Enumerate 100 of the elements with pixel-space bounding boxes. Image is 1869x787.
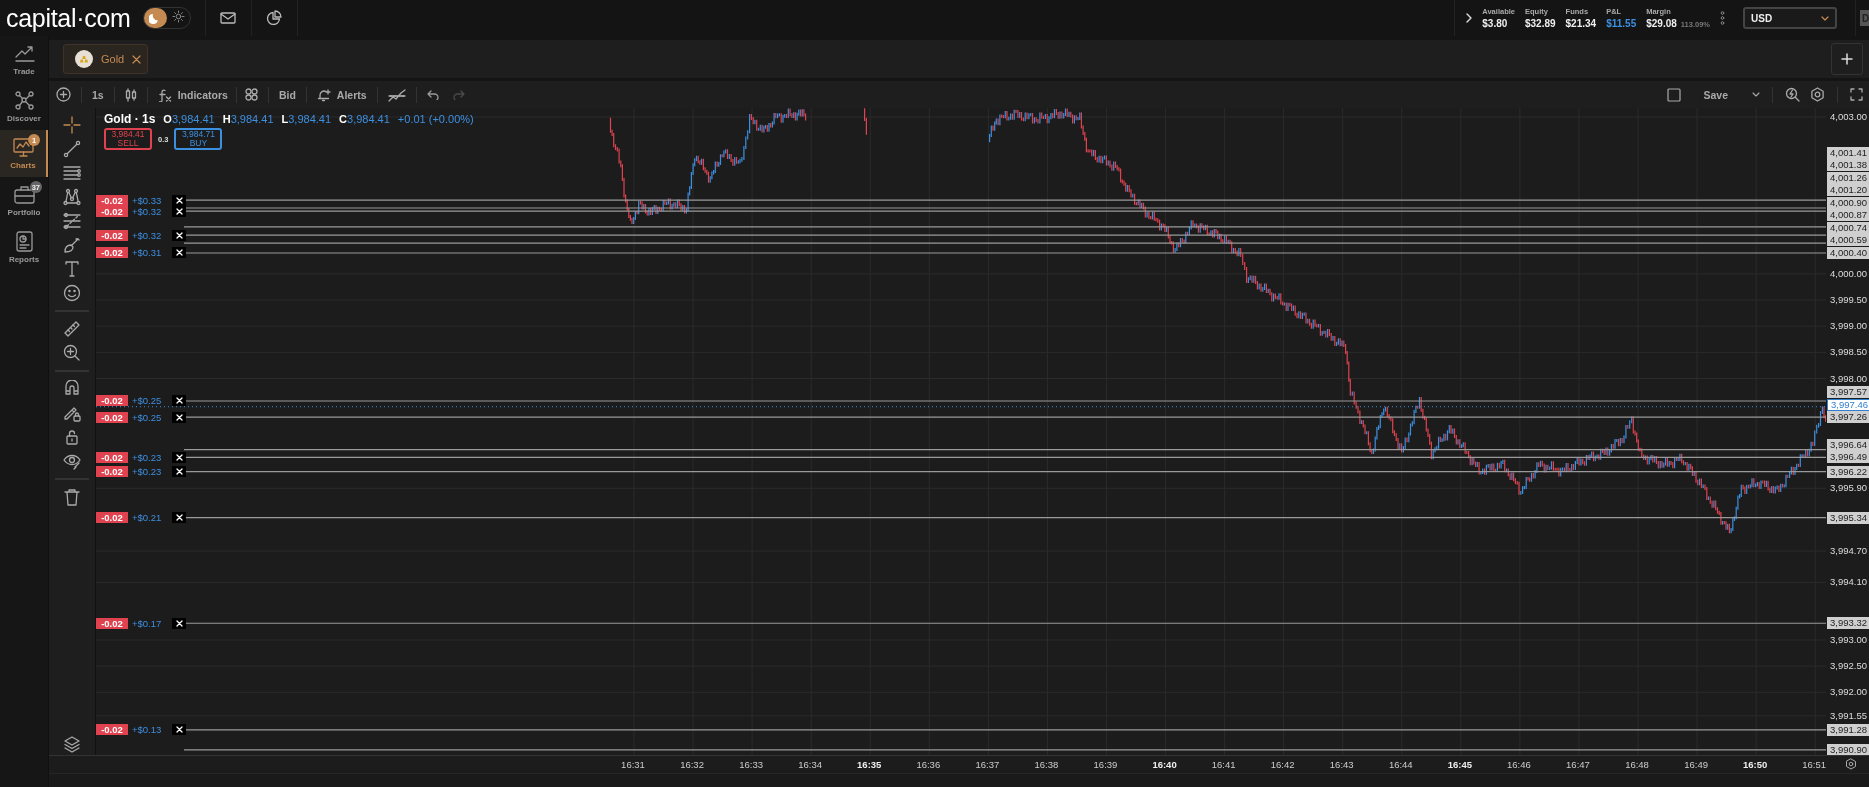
add-circle-icon[interactable]	[56, 87, 71, 102]
close-button[interactable]	[172, 395, 186, 407]
pie-chart-icon[interactable]	[266, 10, 283, 26]
price-tag: 4,000.87	[1827, 209, 1869, 222]
alerts-button[interactable]: Alerts	[316, 87, 367, 102]
close-button[interactable]	[172, 247, 186, 259]
order-size-label: -0.02	[96, 247, 128, 259]
add-tab-button[interactable]	[1831, 43, 1863, 75]
profit-label: +$0.17	[132, 617, 163, 629]
fullscreen-icon[interactable]	[1850, 88, 1863, 101]
close-icon[interactable]	[132, 54, 142, 64]
profit-label: +$0.31	[132, 247, 163, 259]
save-button[interactable]: Save	[1703, 88, 1728, 101]
order-line[interactable]	[183, 517, 1826, 519]
price-tag: 3,996.49	[1827, 451, 1869, 464]
price-label: 3,991.55	[1830, 709, 1867, 722]
templates-icon[interactable]	[244, 88, 258, 101]
close-button[interactable]	[172, 724, 186, 736]
stat-value: $3.80	[1482, 18, 1508, 29]
crosshair-icon[interactable]	[63, 116, 81, 134]
stat-value: $29.08	[1646, 18, 1677, 29]
order-line[interactable]	[183, 456, 1826, 459]
indicators-button[interactable]: Indicators	[157, 87, 228, 102]
trend-line-icon[interactable]	[63, 140, 81, 158]
profit-label: +$0.33	[132, 194, 163, 206]
price-label: 3,994.10	[1830, 576, 1867, 589]
chevron-down-icon[interactable]	[1752, 92, 1760, 97]
lock-icon[interactable]	[63, 428, 81, 446]
profit-label: +$0.25	[132, 395, 163, 407]
quick-search-icon[interactable]	[1785, 87, 1800, 102]
profit-label: +$0.21	[132, 512, 163, 524]
settings-icon[interactable]	[1810, 87, 1825, 102]
order-line[interactable]	[183, 471, 1826, 473]
interval-button[interactable]: 1s	[92, 88, 104, 101]
pattern-icon[interactable]	[63, 188, 81, 206]
price-type-button[interactable]: Bid	[278, 88, 296, 101]
eye-icon[interactable]	[63, 452, 81, 470]
price-label: 3,999.50	[1830, 294, 1867, 307]
time-label: 16:44	[1388, 759, 1413, 770]
close-button[interactable]	[172, 451, 186, 463]
price-change: +0.01 (+0.00%)	[397, 113, 474, 125]
order-line[interactable]	[183, 449, 1826, 451]
close-icon	[175, 249, 183, 257]
time-label: 16:51	[1802, 759, 1827, 770]
price-tag: 3,993.32	[1827, 617, 1869, 630]
order-size-label: -0.02	[96, 205, 128, 217]
text-tool-icon[interactable]	[63, 260, 81, 278]
ohlc-value: 3,984.41	[347, 113, 390, 125]
buy-button[interactable]: 3,984.71 BUY	[174, 128, 223, 150]
logo[interactable]: capital·com	[0, 3, 143, 33]
zoom-in-icon[interactable]	[63, 344, 81, 362]
brush-icon[interactable]	[63, 236, 81, 254]
time-label: 16:46	[1507, 759, 1531, 770]
more-icon[interactable]	[1720, 11, 1725, 25]
sidebar-item[interactable]: Discover	[0, 83, 48, 130]
time-label: 16:47	[1566, 759, 1590, 770]
fibonacci-icon[interactable]	[63, 212, 81, 230]
time-label: 16:41	[1211, 759, 1236, 770]
ohlc-value: 3,984.41	[230, 113, 274, 125]
price-tag: 3,995.34	[1827, 511, 1869, 524]
price-tag: 3,996.64	[1827, 438, 1869, 451]
chevron-right-icon[interactable]	[1465, 13, 1473, 23]
sidebar-item[interactable]: Trade	[0, 36, 48, 83]
checkbox[interactable]	[1667, 87, 1682, 102]
stat-value: $32.89	[1524, 18, 1556, 29]
order-size-label: -0.02	[96, 724, 128, 736]
price-tag: 4,001.38	[1827, 159, 1869, 172]
close-button[interactable]	[172, 194, 186, 206]
close-button[interactable]	[172, 512, 186, 524]
parallel-lines-icon[interactable]	[63, 164, 81, 182]
chart-tab[interactable]: Gold	[63, 44, 149, 74]
ohlc-key: O	[163, 113, 172, 125]
undo-icon[interactable]	[426, 89, 439, 100]
close-icon	[175, 619, 183, 627]
close-button[interactable]	[172, 617, 186, 629]
layers-icon[interactable]	[63, 735, 81, 753]
price-label: 3,994.70	[1830, 545, 1867, 558]
magnet-icon[interactable]	[63, 380, 81, 398]
trade-lines-icon[interactable]	[387, 87, 406, 102]
order-size-label: -0.02	[96, 451, 128, 463]
sidebar-item[interactable]: Reports	[0, 224, 48, 271]
time-label: 16:50	[1742, 759, 1768, 770]
close-button[interactable]	[172, 205, 186, 217]
currency-select[interactable]: USD	[1743, 7, 1837, 29]
nav-icon	[13, 43, 35, 64]
emoji-icon[interactable]	[63, 284, 81, 302]
close-button[interactable]	[172, 411, 186, 423]
close-button[interactable]	[172, 229, 186, 241]
tab-label: Gold	[101, 53, 125, 65]
candles-icon[interactable]	[124, 87, 137, 102]
trash-icon[interactable]	[63, 488, 81, 506]
settings-icon[interactable]	[1845, 758, 1857, 770]
sell-button[interactable]: 3,984.41 SELL	[104, 128, 152, 150]
current-price-tag: 3,997.46	[1827, 398, 1869, 411]
stat-value: $11.55	[1606, 18, 1637, 29]
nav-icon	[13, 231, 35, 252]
mail-icon[interactable]	[220, 12, 237, 24]
bell-plus-icon	[316, 87, 331, 102]
close-button[interactable]	[172, 466, 186, 478]
ruler-icon[interactable]	[63, 320, 81, 338]
